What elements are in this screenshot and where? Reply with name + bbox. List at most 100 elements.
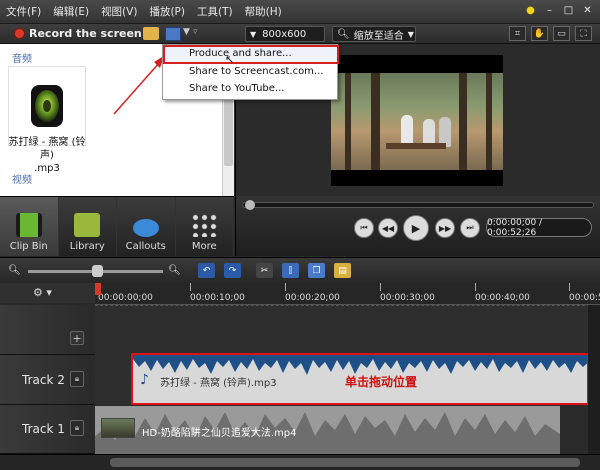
paste-icon[interactable]: ▤ [334, 263, 351, 278]
ruler-tick-label: 00:00:30;00 [380, 293, 435, 303]
film-strip-icon [15, 213, 42, 237]
lightbulb-icon[interactable]: ● [524, 4, 537, 17]
track-1-name: Track 1 [22, 422, 65, 436]
tab-label: Library [69, 241, 105, 252]
play-icon[interactable]: ▶ [403, 215, 429, 241]
seek-bar[interactable] [242, 200, 594, 210]
audio-section-label: 音频 [12, 54, 32, 65]
library-folder-icon [74, 213, 101, 237]
timeline-horizontal-scrollbar[interactable] [0, 454, 600, 470]
timecode-display: 0:00:00;00 / 0:00:52;26 [486, 218, 592, 238]
gear-icon[interactable]: ⚙ ▾ [33, 286, 61, 302]
record-label: Record the screen [29, 27, 142, 40]
task-tabs: Clip Bin Library Callouts More [0, 196, 234, 256]
share-dropdown-menu: Produce and share... Share to Screencast… [162, 44, 339, 100]
empty-track-area[interactable] [95, 305, 600, 355]
copy-icon[interactable]: ❐ [308, 263, 325, 278]
menu-edit[interactable]: 编辑(E) [47, 4, 95, 19]
drag-annotation: 单击拖动位置 [345, 375, 418, 389]
lock-icon[interactable]: 🔒︎ [70, 371, 84, 387]
more-dots-icon [191, 213, 218, 237]
detach-icon[interactable]: ▭ [553, 26, 570, 41]
track-2-name: Track 2 [22, 373, 65, 387]
more-arrow-icon[interactable]: ▿ [193, 27, 198, 37]
redo-icon[interactable]: ↷ [224, 263, 241, 278]
tab-clip-bin[interactable]: Clip Bin [0, 197, 59, 256]
pan-hand-icon[interactable]: ✋ [531, 26, 548, 41]
window-controls: ● – □ ✕ [524, 4, 594, 17]
timeline-vertical-scrollbar[interactable] [588, 305, 600, 454]
crop-icon[interactable]: ⌗ [509, 26, 526, 41]
minimize-icon[interactable]: – [543, 4, 556, 17]
maximize-icon[interactable]: □ [562, 4, 575, 17]
zoom-value: 缩放至适合 [353, 30, 404, 42]
tab-library[interactable]: Library [58, 197, 117, 256]
cursor-icon: ↖ [225, 53, 235, 66]
clip-name-line1: 苏打绿 - 燕窝 (铃声) [8, 137, 86, 161]
scrollbar-thumb[interactable] [110, 458, 580, 467]
zoom-select[interactable]: 🔍︎ 缩放至适合 ▼ [332, 26, 416, 42]
zoom-slider-knob[interactable] [92, 265, 103, 277]
music-note-icon: ♪ [140, 372, 149, 388]
zoom-in-icon[interactable]: 🔍︎ [168, 264, 181, 277]
ruler-tick-label: 00:00:5 [569, 293, 600, 303]
close-icon[interactable]: ✕ [581, 4, 594, 17]
video-frame-image [331, 73, 503, 170]
cut-icon[interactable]: ✂ [256, 263, 273, 278]
fullscreen-icon[interactable]: ⛶ [575, 26, 592, 41]
ruler-tick-label: 00:00:20;00 [285, 293, 340, 303]
split-icon[interactable]: ⫿ [282, 263, 299, 278]
menu-produce-and-share[interactable]: Produce and share... [189, 48, 292, 59]
menu-file[interactable]: 文件(F) [0, 4, 47, 19]
player-controls: ⏮ ◀◀ ▶ ▶▶ ⏭ 0:00:00;00 / 0:00:52;26 [235, 196, 600, 256]
dimensions-value: 800x600 [262, 28, 307, 40]
speech-bubble-icon [132, 219, 159, 237]
skip-to-start-icon[interactable]: ⏮ [354, 218, 374, 238]
seek-knob[interactable] [245, 200, 255, 210]
time-ruler[interactable]: 00:00:00;00 00:00:10;00 00:00:20;00 00:0… [95, 283, 600, 305]
video-thumbnail [101, 418, 135, 438]
audio-clip-label: 苏打绿 - 燕窝 (铃声).mp3 [160, 378, 277, 389]
undo-icon[interactable]: ↶ [198, 263, 215, 278]
tab-label: Clip Bin [9, 241, 48, 252]
record-screen-button[interactable]: Record the screen ▼ [14, 27, 152, 40]
menu-share-youtube[interactable]: Share to YouTube... [189, 83, 284, 94]
record-dot-icon [14, 28, 25, 39]
ruler-tick-label: 00:00:00;00 [98, 293, 153, 303]
magnifier-icon: 🔍︎ [337, 28, 350, 40]
menu-view[interactable]: 视图(V) [95, 4, 143, 19]
empty-track-header: + [0, 305, 95, 355]
tab-more[interactable]: More [175, 197, 234, 256]
menu-play[interactable]: 播放(P) [143, 4, 191, 19]
menu-bar: 文件(F) 编辑(E) 视图(V) 播放(P) 工具(T) 帮助(H) ● – … [0, 0, 600, 24]
dimensions-select[interactable]: ▼ 800x600 [245, 26, 325, 42]
tab-callouts[interactable]: Callouts [117, 197, 176, 256]
track-2-header: Track 2 🔒︎ [0, 355, 95, 405]
produce-share-icon[interactable] [165, 27, 181, 41]
tab-label: Callouts [125, 241, 166, 252]
preview-tools: ⌗ ✋ ▭ ⛶ [509, 26, 592, 41]
chevron-down-icon[interactable]: ▼ [183, 27, 190, 37]
tab-label: More [191, 241, 217, 252]
dimensions-dropdown-icon: ▼ [250, 29, 257, 39]
video-clip-label: HD-奶酪陷阱之仙贝追爱大法.mp4 [142, 428, 297, 439]
import-media-icon[interactable] [143, 27, 159, 40]
skip-to-end-icon[interactable]: ⏭ [460, 218, 480, 238]
menu-tools[interactable]: 工具(T) [191, 4, 239, 19]
timeline-toolbar: 🔍︎ 🔍︎ ↶ ↷ ✂ ⫿ ❐ ▤ [0, 257, 600, 283]
track-1-header: Track 1 🔒︎ [0, 405, 95, 454]
menu-help[interactable]: 帮助(H) [239, 4, 288, 19]
add-track-icon[interactable]: + [70, 331, 84, 345]
lock-icon[interactable]: 🔒︎ [70, 420, 84, 436]
menu-share-screencast[interactable]: Share to Screencast.com... [189, 66, 323, 77]
zoom-out-icon[interactable]: 🔍︎ [8, 264, 21, 277]
playhead[interactable] [95, 283, 101, 295]
annotation-arrow [113, 56, 164, 115]
main-toolbar: Record the screen ▼ ▼ ▿ ▼ 800x600 🔍︎ 缩放至… [0, 24, 600, 44]
ruler-tick-label: 00:00:40;00 [475, 293, 530, 303]
video-canvas[interactable] [331, 55, 503, 186]
ruler-tick-label: 00:00:10;00 [190, 293, 245, 303]
audio-clip-thumbnail[interactable] [8, 66, 86, 146]
rewind-icon[interactable]: ◀◀ [378, 218, 398, 238]
fast-forward-icon[interactable]: ▶▶ [435, 218, 455, 238]
